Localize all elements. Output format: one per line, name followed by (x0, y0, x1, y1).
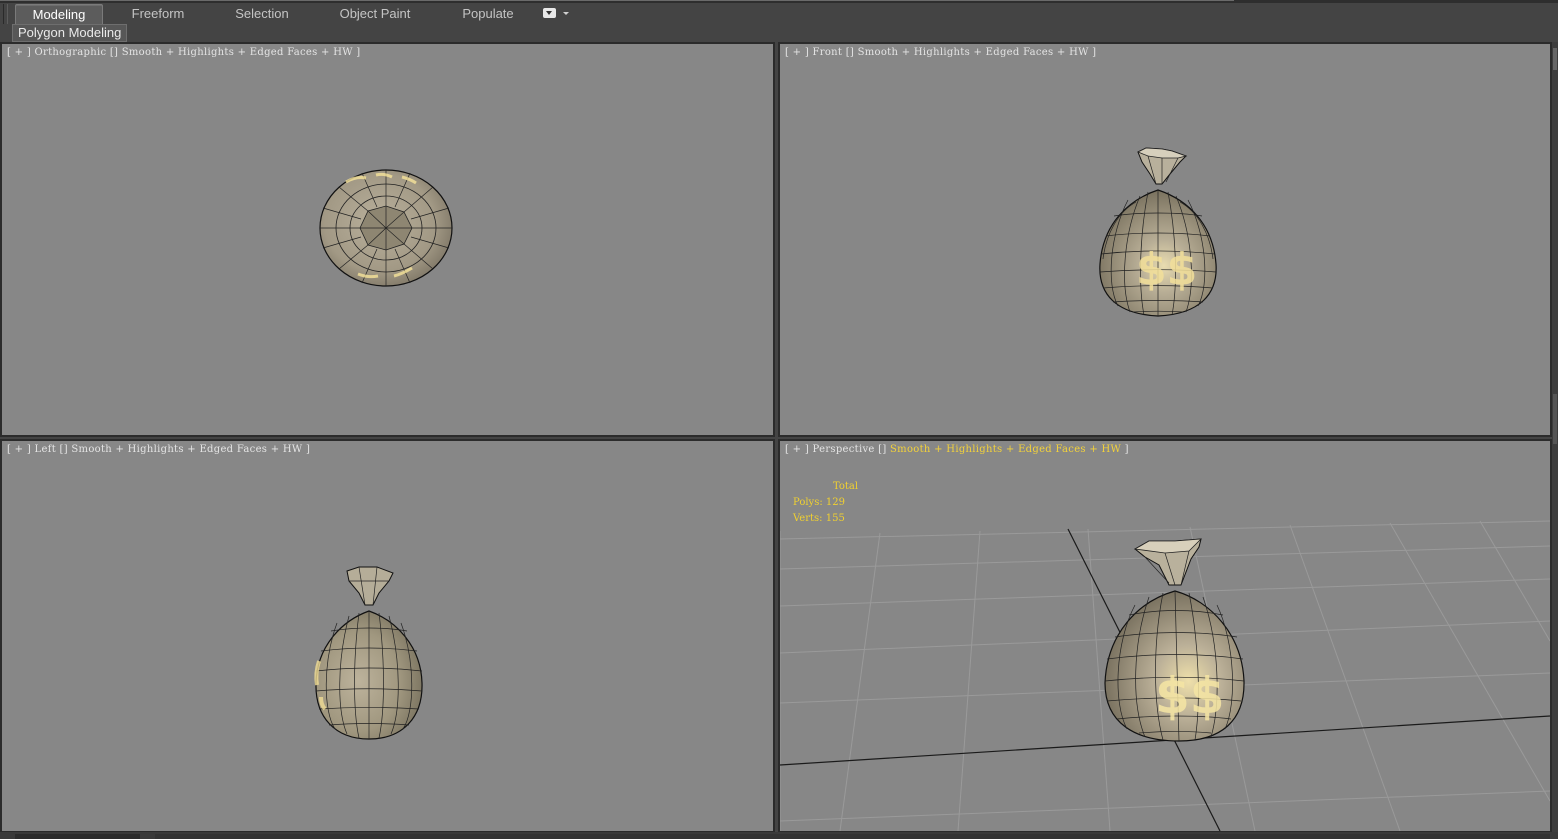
tab-modeling[interactable]: Modeling (15, 4, 103, 24)
svg-text:$$: $$ (1136, 244, 1197, 295)
right-side-scroll-rail[interactable] (1552, 42, 1558, 839)
bottom-timeline-strip[interactable] (0, 832, 1558, 839)
tab-selection[interactable]: Selection (222, 4, 302, 24)
label-bracket: ] (1121, 444, 1129, 455)
viewport-front[interactable]: [ + ] Front [] Smooth + Highlights + Edg… (778, 42, 1552, 437)
money-bag-model[interactable] (2, 441, 773, 831)
stats-polys-label: Polys: (793, 497, 823, 508)
ribbon-tab-bar: Modeling Freeform Selection Object Paint… (0, 3, 1558, 43)
label-separator: [] (874, 444, 891, 455)
ribbon-panel-bar: Polygon Modeling (0, 24, 1558, 42)
stats-polys-row: Polys: 129 (793, 495, 858, 511)
scene-statistics: Total Polys: 129 Verts: 155 (793, 479, 858, 527)
tab-object-paint[interactable]: Object Paint (330, 4, 420, 24)
viewport-orthographic[interactable]: [ + ] Orthographic [] Smooth + Highlight… (0, 42, 775, 437)
perspective-grid (780, 520, 1550, 831)
stats-total-label: Total (833, 481, 859, 492)
viewport-view-name[interactable]: Perspective (813, 444, 875, 455)
ribbon-options-dropdown-icon[interactable] (543, 7, 571, 21)
viewport-left[interactable]: [ + ] Left [] Smooth + Highlights + Edge… (0, 439, 775, 833)
stats-verts-row: Verts: 155 (793, 511, 858, 527)
viewport-menu-plus[interactable]: [ + ] (785, 444, 813, 455)
stats-verts-value: 155 (825, 513, 845, 524)
viewport-label-perspective[interactable]: [ + ] Perspective [] Smooth + Highlights… (785, 444, 1129, 455)
stats-polys-value: 129 (825, 497, 845, 508)
viewport-shading-mode[interactable]: Smooth + Highlights + Edged Faces + HW (890, 444, 1121, 455)
money-bag-model[interactable]: $$ (780, 44, 1550, 435)
tab-freeform[interactable]: Freeform (118, 4, 198, 24)
viewport-perspective[interactable]: [ + ] Perspective [] Smooth + Highlights… (778, 439, 1552, 833)
stats-verts-label: Verts: (793, 513, 823, 524)
tab-populate[interactable]: Populate (448, 4, 528, 24)
polygon-modeling-panel-button[interactable]: Polygon Modeling (12, 24, 128, 42)
money-bag-model[interactable] (2, 44, 773, 435)
